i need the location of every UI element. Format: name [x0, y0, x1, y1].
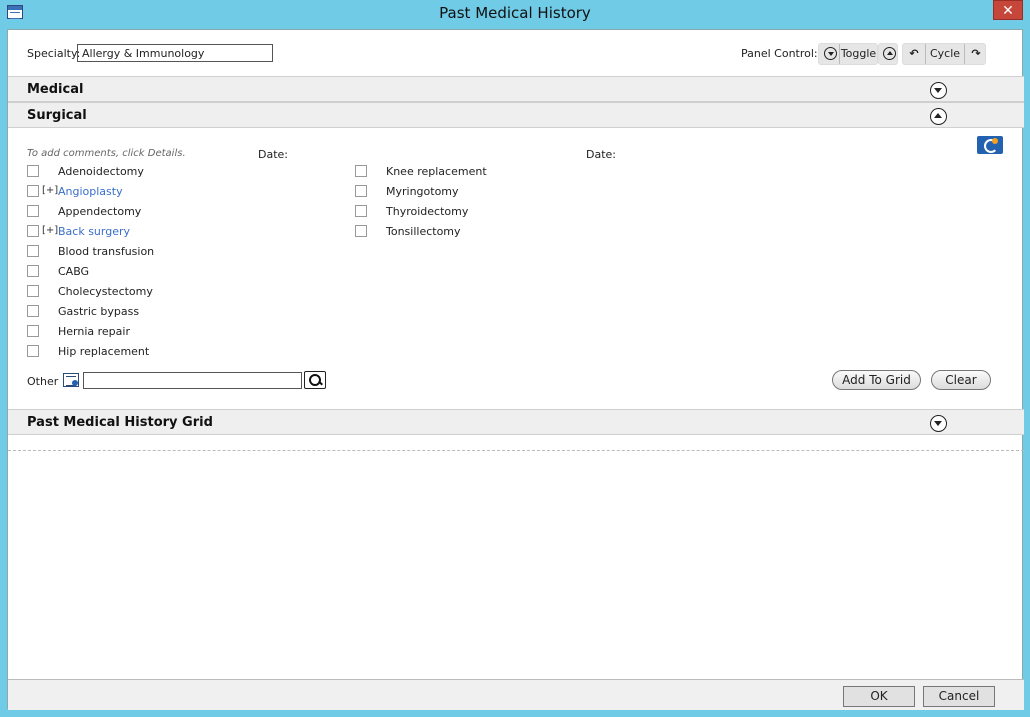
list-item: Appendectomy	[27, 204, 247, 220]
item-label[interactable]: Back surgery	[58, 225, 130, 238]
search-icon[interactable]	[304, 371, 326, 389]
date-label-right: Date:	[586, 148, 616, 161]
cycle-button[interactable]: Cycle	[925, 44, 965, 64]
close-button[interactable]: ✕	[993, 0, 1023, 20]
dialog-body: Specialty: Allergy & Immunology Panel Co…	[7, 29, 1024, 710]
list-item: Adenoidectomy	[27, 164, 247, 180]
dialog-footer: OK Cancel	[8, 679, 1024, 710]
item-label: Tonsillectomy	[386, 225, 461, 238]
section-grid-label: Past Medical History Grid	[27, 415, 213, 430]
toggle-button[interactable]: Toggle	[839, 44, 877, 64]
checkbox[interactable]	[27, 345, 39, 357]
expand-group	[878, 43, 898, 65]
chevron-up-icon	[882, 47, 896, 60]
section-grid[interactable]: Past Medical History Grid	[8, 409, 1024, 435]
title-bar: Past Medical History ✕	[0, 0, 1030, 27]
item-label: Appendectomy	[58, 205, 142, 218]
item-label: Adenoidectomy	[58, 165, 144, 178]
list-item: Thyroidectomy	[355, 204, 575, 220]
expand-grid-icon[interactable]	[930, 415, 947, 432]
cancel-button[interactable]: Cancel	[923, 686, 995, 707]
expand-medical-icon[interactable]	[930, 82, 947, 99]
list-item: Cholecystectomy	[27, 284, 247, 300]
toggle-group: Toggle	[818, 43, 878, 65]
date-label-left: Date:	[258, 148, 288, 161]
item-label: Myringotomy	[386, 185, 459, 198]
list-item: [+] Back surgery	[27, 224, 247, 240]
clinical-info-icon[interactable]	[977, 136, 1003, 154]
item-label: Thyroidectomy	[386, 205, 469, 218]
list-item: Hernia repair	[27, 324, 247, 340]
checkbox[interactable]	[27, 265, 39, 277]
details-hint: To add comments, click Details.	[27, 148, 186, 159]
section-medical[interactable]: Medical	[8, 76, 1024, 102]
list-item: Myringotomy	[355, 184, 575, 200]
expand-all-button[interactable]	[881, 44, 897, 64]
checkbox[interactable]	[355, 205, 367, 217]
chevron-down-icon	[823, 47, 837, 60]
specialty-label: Specialty:	[27, 47, 81, 60]
cycle-group: ↶ Cycle ↷	[902, 43, 986, 65]
item-label: Cholecystectomy	[58, 285, 153, 298]
item-label: Blood transfusion	[58, 245, 155, 258]
specialty-field[interactable]: Allergy & Immunology	[77, 44, 273, 62]
item-label: Hip replacement	[58, 345, 150, 358]
clear-button[interactable]: Clear	[931, 370, 991, 390]
pick-list-icon[interactable]	[63, 373, 79, 387]
add-to-grid-button[interactable]: Add To Grid	[832, 370, 921, 390]
item-label: Gastric bypass	[58, 305, 140, 318]
checkbox[interactable]	[27, 325, 39, 337]
expand-toggle[interactable]: [+]	[42, 185, 58, 196]
top-row: Specialty: Allergy & Immunology Panel Co…	[8, 30, 1024, 76]
collapse-all-button[interactable]	[823, 44, 837, 64]
window-title: Past Medical History	[439, 4, 591, 22]
list-item: Tonsillectomy	[355, 224, 575, 240]
grid-area	[8, 436, 1024, 451]
list-item: Gastric bypass	[27, 304, 247, 320]
section-surgical-label: Surgical	[27, 108, 87, 123]
ok-button[interactable]: OK	[843, 686, 915, 707]
panel-control-label: Panel Control:	[741, 47, 818, 60]
checkbox[interactable]	[27, 165, 39, 177]
other-input[interactable]	[83, 372, 302, 389]
collapse-surgical-icon[interactable]	[930, 108, 947, 125]
checkbox[interactable]	[355, 225, 367, 237]
list-item: Blood transfusion	[27, 244, 247, 260]
expand-toggle[interactable]: [+]	[42, 225, 58, 236]
section-surgical[interactable]: Surgical	[8, 102, 1024, 128]
checkbox[interactable]	[27, 305, 39, 317]
checkbox[interactable]	[355, 165, 367, 177]
list-item: Knee replacement	[355, 164, 575, 180]
cycle-forward-icon[interactable]: ↷	[967, 44, 985, 64]
other-label: Other	[27, 375, 59, 388]
cycle-back-icon[interactable]: ↶	[905, 44, 923, 64]
checkbox[interactable]	[27, 205, 39, 217]
item-label[interactable]: Angioplasty	[58, 185, 123, 198]
list-item: Hip replacement	[27, 344, 247, 360]
item-label: CABG	[58, 265, 90, 278]
section-medical-label: Medical	[27, 82, 84, 97]
item-label: Knee replacement	[386, 165, 487, 178]
checkbox[interactable]	[355, 185, 367, 197]
checkbox[interactable]	[27, 285, 39, 297]
checkbox[interactable]	[27, 225, 39, 237]
list-item: [+] Angioplasty	[27, 184, 247, 200]
checkbox[interactable]	[27, 245, 39, 257]
list-item: CABG	[27, 264, 247, 280]
checkbox[interactable]	[27, 185, 39, 197]
item-label: Hernia repair	[58, 325, 130, 338]
